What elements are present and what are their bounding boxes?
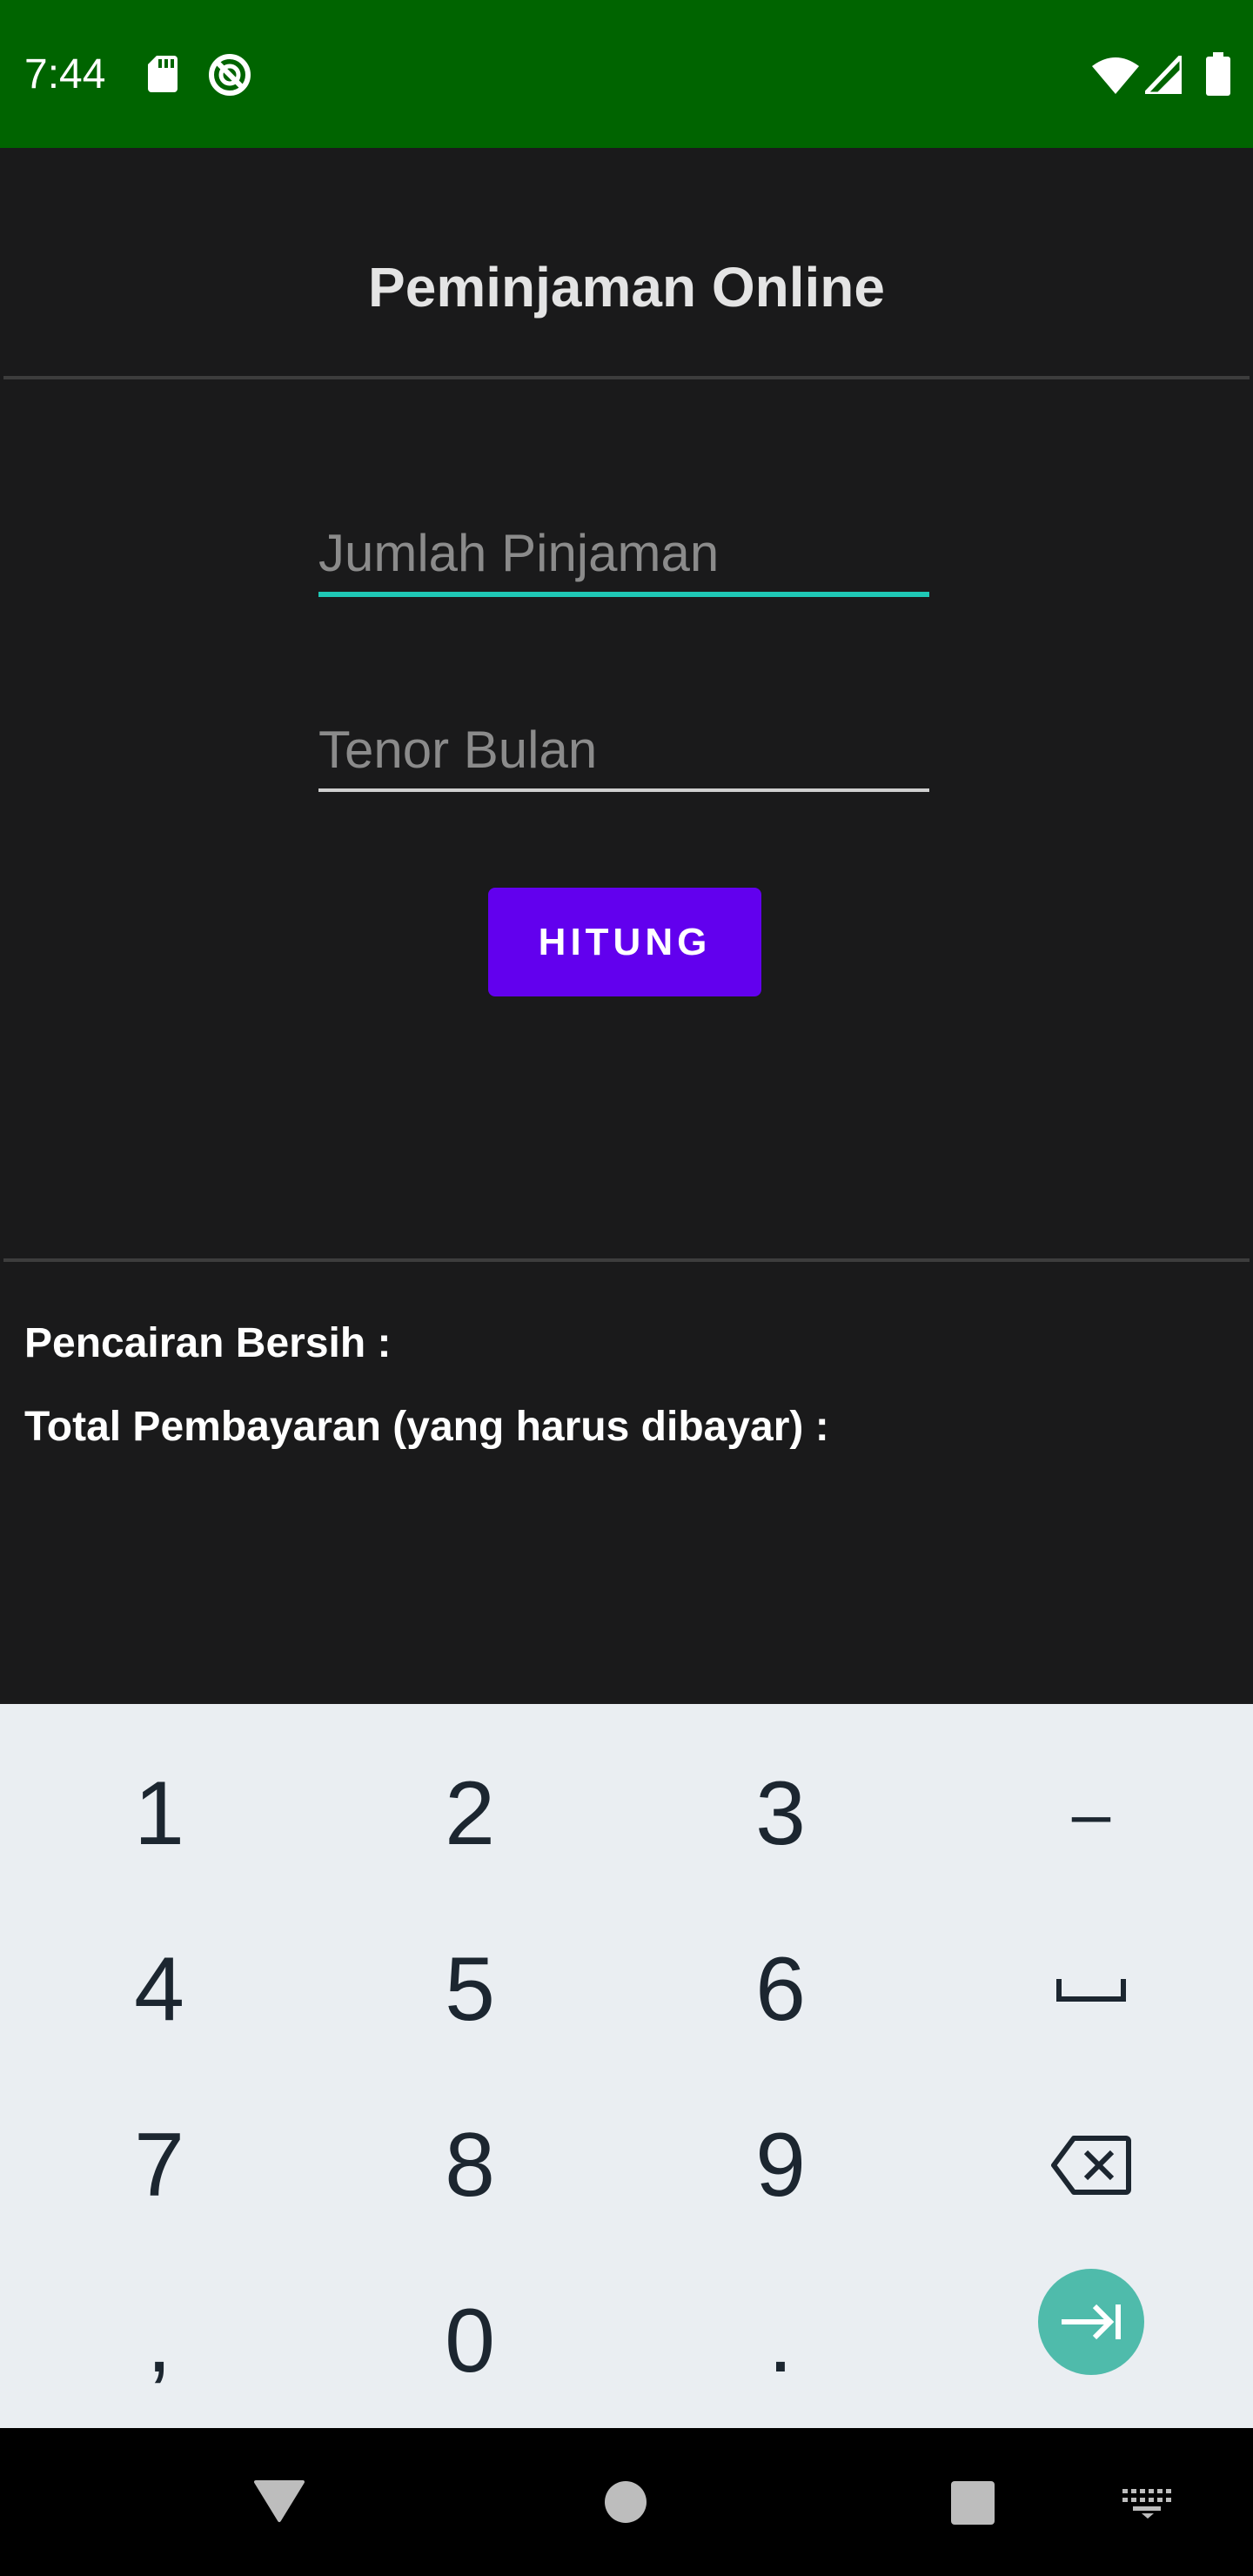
key-comma[interactable]: ,	[3, 2254, 315, 2428]
total-payment-label: Total Pembayaran (yang harus dibayar) :	[24, 1404, 829, 1450]
numeric-keyboard: 1 2 3 – 4 5 6 7 8 9 , 0 .	[0, 1704, 1253, 2428]
page-title: Peminjaman Online	[368, 256, 885, 319]
key-3[interactable]: 3	[625, 1727, 936, 1901]
key-backspace[interactable]	[935, 2078, 1247, 2252]
key-dash[interactable]: –	[935, 1727, 1247, 1901]
wifi-icon	[1092, 57, 1139, 94]
net-disbursement-label: Pencairan Bersih :	[24, 1320, 392, 1366]
key-0[interactable]: 0	[314, 2254, 626, 2428]
sd-card-icon	[148, 56, 178, 92]
status-bar: 7:44	[0, 0, 1253, 148]
key-2[interactable]: 2	[314, 1727, 626, 1901]
key-8[interactable]: 8	[314, 2078, 626, 2252]
key-4[interactable]: 4	[3, 1902, 315, 2076]
battery-icon	[1206, 52, 1230, 96]
dnd-icon	[209, 54, 251, 96]
next-key-circle	[1038, 2269, 1144, 2375]
loan-amount-input[interactable]	[318, 513, 929, 592]
loan-amount-field[interactable]	[318, 513, 929, 597]
key-1[interactable]: 1	[3, 1727, 315, 1901]
status-time: 7:44	[24, 51, 106, 97]
tenor-months-underline	[318, 788, 929, 792]
tenor-months-input[interactable]	[318, 710, 929, 788]
navigation-bar	[0, 2428, 1253, 2576]
tab-next-icon	[1062, 2304, 1121, 2340]
backspace-icon	[1051, 2136, 1131, 2195]
key-5[interactable]: 5	[314, 1902, 626, 2076]
key-6[interactable]: 6	[625, 1902, 936, 2076]
results-divider	[3, 1258, 1250, 1262]
loan-amount-underline	[318, 592, 929, 597]
key-space[interactable]	[935, 1902, 1247, 2076]
title-divider	[3, 376, 1250, 379]
recents-icon[interactable]	[950, 2480, 995, 2526]
calculate-button[interactable]: HITUNG	[488, 888, 761, 996]
signal-icon	[1145, 56, 1182, 94]
home-icon[interactable]	[604, 2480, 647, 2524]
tenor-months-field[interactable]	[318, 710, 929, 792]
keyboard-switch-icon[interactable]	[1122, 2489, 1173, 2519]
key-9[interactable]: 9	[625, 2078, 936, 2252]
key-7[interactable]: 7	[3, 2078, 315, 2252]
space-icon	[1056, 1979, 1126, 2002]
back-icon[interactable]	[254, 2479, 305, 2524]
key-period[interactable]: .	[625, 2254, 936, 2428]
key-next[interactable]	[935, 2235, 1247, 2409]
